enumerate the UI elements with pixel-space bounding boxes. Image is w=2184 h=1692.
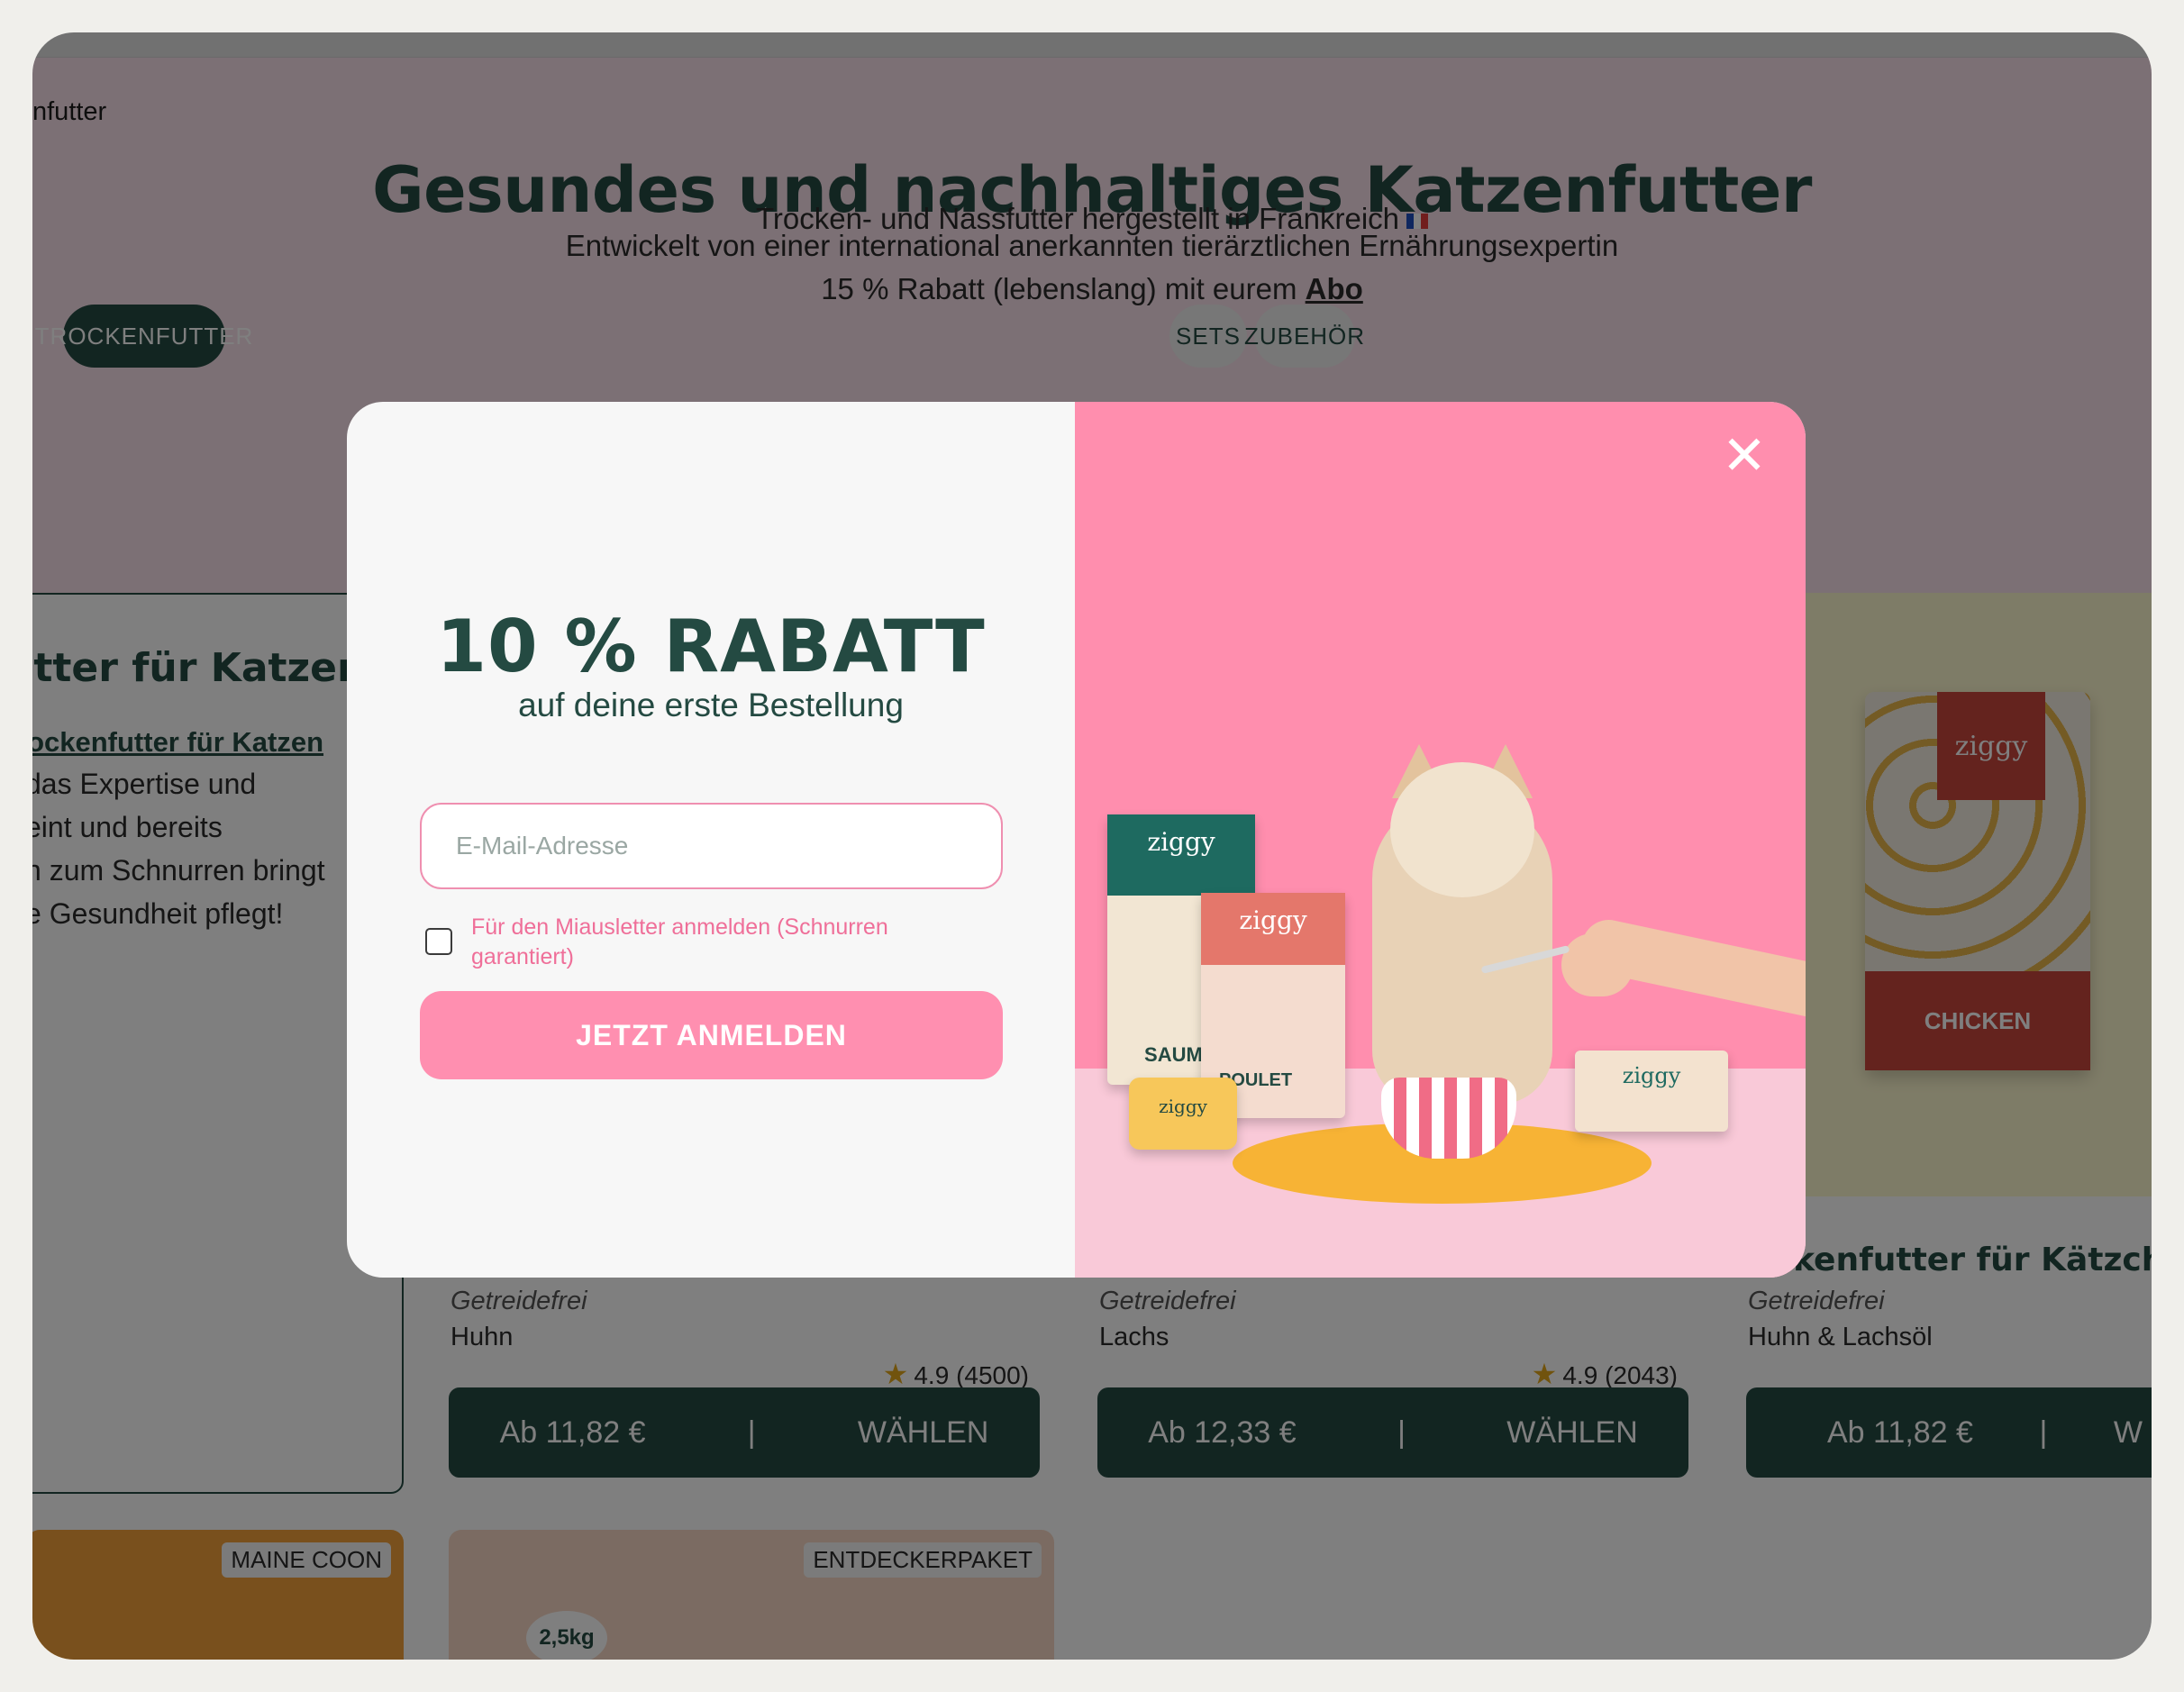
bowl-image <box>1381 1078 1516 1159</box>
subscribe-button[interactable]: JETZT ANMELDEN <box>420 991 1003 1079</box>
modal-form-panel: 10 % RABATT auf deine erste Bestellung F… <box>347 402 1075 1278</box>
newsletter-checkbox[interactable] <box>425 928 452 955</box>
newsletter-checkbox-label[interactable]: Für den Miausletter anmelden (Schnurren … <box>471 913 940 972</box>
food-can-image: ziggy <box>1129 1078 1237 1150</box>
cat-head <box>1390 762 1534 897</box>
pack-brand: ziggy <box>1147 827 1215 857</box>
modal-subtitle: auf deine erste Bestellung <box>518 687 904 723</box>
close-icon[interactable]: ✕ <box>1717 429 1771 483</box>
modal-title: 10 % RABATT <box>436 605 986 688</box>
modal-image-panel: ziggy SAUMO ziggy POULET ziggy ziggy ✕ <box>1075 402 1806 1278</box>
box-brand: ziggy <box>1622 1063 1681 1088</box>
pack-brand: ziggy <box>1239 905 1307 935</box>
hand-image <box>1561 933 1633 996</box>
newsletter-modal: 10 % RABATT auf deine erste Bestellung F… <box>347 402 1806 1278</box>
food-box-image: ziggy <box>1575 1051 1728 1132</box>
browser-viewport: nfutter Gesundes und nachhaltiges Katzen… <box>32 32 2152 1660</box>
can-brand: ziggy <box>1159 1096 1207 1117</box>
email-input[interactable] <box>420 803 1003 889</box>
